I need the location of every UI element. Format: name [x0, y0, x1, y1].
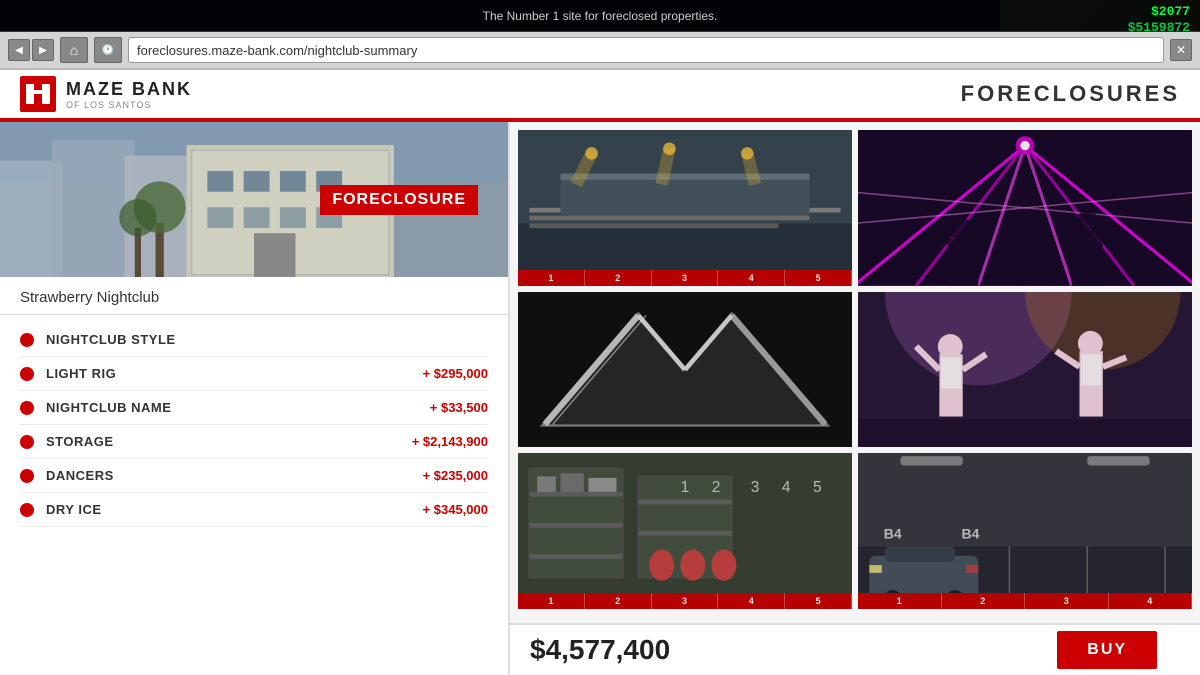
tab-1[interactable]: 1: [518, 270, 585, 286]
top-bar: The Number 1 site for foreclosed propert…: [0, 0, 1200, 32]
svg-text:3: 3: [751, 479, 760, 496]
gallery-item-5[interactable]: 1 2 3 4 5 1 2 3 4 5: [518, 453, 852, 609]
bank-logo: MAZE BANK OF LOS SANTOS: [20, 76, 192, 112]
gallery-tabs-5: 1 2 3 4 5: [518, 593, 852, 609]
foreclosure-badge: FORECLOSURE: [320, 185, 478, 215]
svg-text:4: 4: [782, 479, 791, 496]
svg-text:B4: B4: [962, 526, 980, 542]
tab-3[interactable]: 3: [652, 593, 719, 609]
history-button[interactable]: 🕐: [94, 37, 122, 63]
gallery-item-2[interactable]: [858, 130, 1192, 286]
feature-name: DANCERS: [46, 468, 423, 483]
feature-dot: [20, 401, 34, 415]
gallery-tabs-6: 1 2 3 4: [858, 593, 1192, 609]
main-content: FORECLOSURE Strawberry Nightclub NIGHTCL…: [0, 122, 1200, 675]
tagline: The Number 1 site for foreclosed propert…: [483, 9, 718, 23]
feature-price: + $2,143,900: [412, 434, 488, 449]
feature-dot: [20, 333, 34, 347]
tab-4[interactable]: 4: [718, 593, 785, 609]
bank-header: MAZE BANK OF LOS SANTOS FORECLOSURES: [0, 70, 1200, 122]
feature-price: + $345,000: [423, 502, 488, 517]
feature-name: LIGHT RIG: [46, 366, 423, 381]
tab-2[interactable]: 2: [585, 270, 652, 286]
feature-dot: [20, 469, 34, 483]
buy-button[interactable]: BUY: [1057, 631, 1157, 669]
bank-subtext: OF LOS SANTOS: [66, 100, 192, 110]
browser-chrome: ◀ ▶ ⌂ 🕐 foreclosures.maze-bank.com/night…: [0, 32, 1200, 70]
tab-3[interactable]: 3: [1025, 593, 1109, 609]
tab-5[interactable]: 5: [785, 270, 852, 286]
tab-5[interactable]: 5: [785, 593, 852, 609]
section-title: FORECLOSURES: [961, 81, 1180, 107]
feature-dot: [20, 503, 34, 517]
feature-name: NIGHTCLUB NAME: [46, 400, 430, 415]
gallery-item-4[interactable]: [858, 292, 1192, 448]
url-text: foreclosures.maze-bank.com/nightclub-sum…: [137, 43, 417, 58]
property-title: Strawberry Nightclub: [0, 277, 508, 315]
forward-button[interactable]: ▶: [32, 39, 54, 61]
url-bar[interactable]: foreclosures.maze-bank.com/nightclub-sum…: [128, 37, 1164, 63]
tab-1[interactable]: 1: [518, 593, 585, 609]
tab-4[interactable]: 4: [1109, 593, 1193, 609]
bank-logo-icon: [20, 76, 56, 112]
right-panel: 1 2 3 4 5: [510, 122, 1200, 675]
left-panel: FORECLOSURE Strawberry Nightclub NIGHTCL…: [0, 122, 510, 675]
price-bar: $4,577,400 BUY ☞: [510, 623, 1200, 675]
feature-price: + $235,000: [423, 468, 488, 483]
gallery-item-1[interactable]: 1 2 3 4 5: [518, 130, 852, 286]
feature-light-rig[interactable]: LIGHT RIG + $295,000: [20, 357, 488, 391]
money-amount-1: $2077: [1128, 4, 1190, 20]
feature-storage[interactable]: STORAGE + $2,143,900: [20, 425, 488, 459]
cursor-icon: ☞: [1162, 638, 1180, 663]
features-list: NIGHTCLUB STYLE LIGHT RIG + $295,000 NIG…: [0, 315, 508, 535]
feature-price: + $295,000: [423, 366, 488, 381]
hud-money: $2077 $5159872: [1128, 4, 1190, 35]
url-close-button[interactable]: ✕: [1170, 39, 1192, 61]
svg-text:B4: B4: [884, 526, 902, 542]
feature-dot: [20, 367, 34, 381]
home-button[interactable]: ⌂: [60, 37, 88, 63]
tab-2[interactable]: 2: [585, 593, 652, 609]
feature-dancers[interactable]: DANCERS + $235,000: [20, 459, 488, 493]
gallery-tabs-1: 1 2 3 4 5: [518, 270, 852, 286]
svg-text:2: 2: [712, 479, 721, 496]
total-price: $4,577,400: [530, 634, 1057, 666]
bank-logo-text: MAZE BANK OF LOS SANTOS: [66, 79, 192, 110]
feature-dry-ice[interactable]: DRY ICE + $345,000: [20, 493, 488, 527]
gallery-item-3[interactable]: [518, 292, 852, 448]
svg-text:1: 1: [681, 479, 690, 496]
tab-4[interactable]: 4: [718, 270, 785, 286]
feature-name: NIGHTCLUB STYLE: [46, 332, 488, 347]
feature-name: STORAGE: [46, 434, 412, 449]
feature-price: + $33,500: [430, 400, 488, 415]
feature-dot: [20, 435, 34, 449]
gallery-item-6[interactable]: B4 B4 1 2 3: [858, 453, 1192, 609]
tab-1[interactable]: 1: [858, 593, 942, 609]
tab-2[interactable]: 2: [942, 593, 1026, 609]
feature-nightclub-style[interactable]: NIGHTCLUB STYLE: [20, 323, 488, 357]
feature-nightclub-name[interactable]: NIGHTCLUB NAME + $33,500: [20, 391, 488, 425]
tab-3[interactable]: 3: [652, 270, 719, 286]
back-button[interactable]: ◀: [8, 39, 30, 61]
nav-buttons: ◀ ▶: [8, 39, 54, 61]
svg-text:5: 5: [813, 479, 822, 496]
bank-name: MAZE BANK: [66, 79, 192, 100]
feature-name: DRY ICE: [46, 502, 423, 517]
property-image: FORECLOSURE: [0, 122, 508, 277]
gallery-grid: 1 2 3 4 5: [510, 122, 1200, 623]
